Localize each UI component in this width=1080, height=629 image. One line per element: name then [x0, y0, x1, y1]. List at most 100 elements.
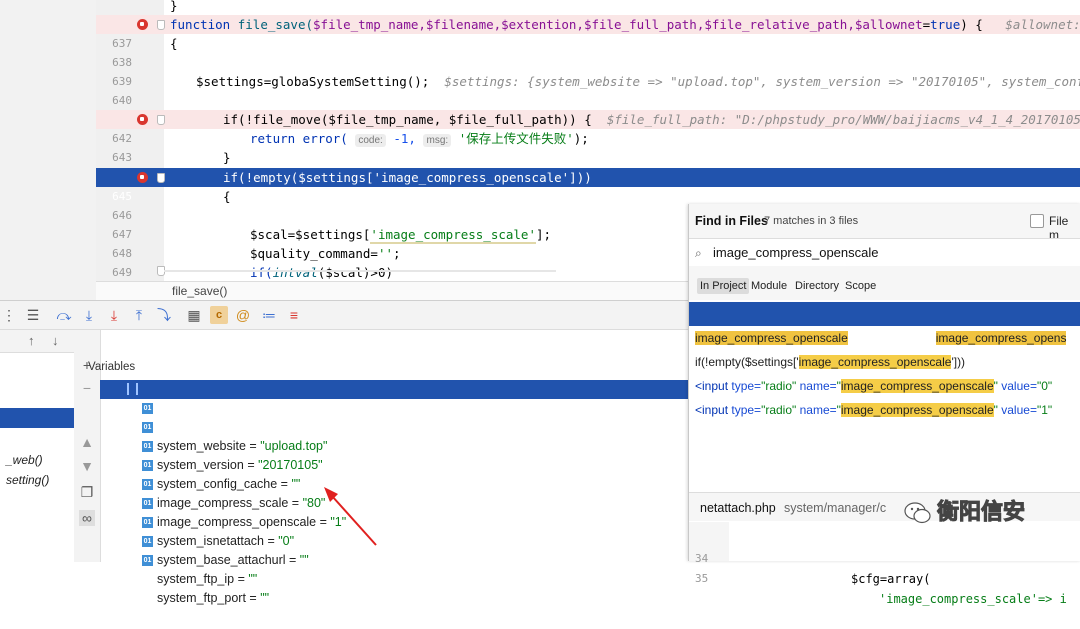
code-line-breakpoint[interactable]: 637 function file_save($file_tmp_name,$f…: [96, 15, 1080, 50]
variables-tree[interactable]: ▼ $settings = {array} [21] 01 system_web…: [100, 380, 688, 605]
fold-marker-icon[interactable]: [157, 20, 165, 30]
frames-header: ↑ ↓: [0, 330, 74, 353]
breadcrumb-item[interactable]: file_save(): [172, 282, 227, 300]
variable-row[interactable]: 01 system_ftp_ip = "": [100, 532, 688, 586]
current-execution-line[interactable]: 645 if(!empty($settings['image_compress_…: [96, 168, 1080, 203]
variable-row[interactable]: 01 system_base_attachurl = "": [100, 513, 688, 567]
code-value: -1,: [393, 131, 416, 146]
variable-eq: =: [245, 591, 261, 605]
preview-file-path: system/manager/c: [784, 501, 887, 515]
move-down-icon[interactable]: ▼: [79, 458, 95, 474]
file-mask-checkbox[interactable]: [1030, 214, 1044, 228]
frames-toggle-icon[interactable]: ⋮: [0, 306, 18, 324]
code-line[interactable]: 641: [96, 91, 1080, 126]
fold-marker-icon[interactable]: [157, 115, 165, 125]
paren: ;: [393, 246, 401, 261]
field-icon: 01: [142, 479, 153, 490]
line-number: 35: [695, 572, 709, 585]
find-header: Find in Files 7 matches in 3 files File …: [689, 204, 1080, 242]
params: $file_tmp_name,$filename,$extention,$fil…: [313, 17, 923, 32]
search-result[interactable]: if(!empty($settings['image_compress_open…: [689, 326, 1080, 369]
step-over-icon[interactable]: ⤼: [55, 306, 73, 324]
variable-row[interactable]: 01 image_compress_scale = "80": [100, 456, 688, 510]
variable-row[interactable]: 01 image_compress_openscale = "1": [100, 475, 688, 529]
code-text: }: [170, 0, 178, 13]
menu-icon[interactable]: ☰: [24, 306, 42, 324]
variable-row[interactable]: 01 system_isnetattach = "0": [100, 494, 688, 548]
match-highlight: image_compress_openscale: [840, 403, 994, 417]
php-console-icon[interactable]: c: [210, 306, 228, 324]
evaluate-expression-icon[interactable]: ▦: [185, 306, 203, 324]
code-line[interactable]: 640 $settings=globaSystemSetting(); $set…: [96, 72, 1080, 107]
tab-directory[interactable]: Directory: [795, 280, 839, 292]
variable-row[interactable]: 01 system_website = "upload.top": [100, 399, 688, 453]
breakpoint-icon[interactable]: [137, 19, 148, 30]
code-text: function file_save($file_tmp_name,$filen…: [170, 15, 1080, 34]
preview-line: 35 'image_compress_scale'=> i: [689, 549, 1080, 629]
paren: );: [573, 131, 589, 146]
return-statement: return error(: [250, 131, 348, 146]
frame-selected[interactable]: [0, 408, 74, 428]
copy-icon[interactable]: ❐: [79, 484, 95, 500]
frame-item[interactable]: _web(): [6, 453, 43, 467]
remove-icon[interactable]: −: [79, 380, 95, 396]
code-line[interactable]: 644 }: [96, 148, 1080, 183]
code-line-breakpoint[interactable]: 642 if(!file_move($file_tmp_name, $file_…: [96, 110, 1080, 145]
tab-scope[interactable]: Scope: [845, 280, 876, 292]
arrow-up-icon[interactable]: ↑: [28, 333, 35, 348]
result-text: <input type="radio" name="image_compress…: [695, 398, 1052, 422]
statement: if(!file_move($file_tmp_name, $file_full…: [223, 112, 592, 127]
settings-variable-row[interactable]: ▼ $settings = {array} [21]: [100, 380, 688, 453]
statement: $quality_command=: [250, 246, 378, 261]
code-text: if(intval($scal)>0): [250, 263, 393, 282]
watermark-text: 衡阳信安: [936, 500, 1026, 526]
variables-title: Variables: [88, 361, 136, 373]
true-literal: true: [930, 17, 961, 32]
search-icon[interactable]: ⌕: [695, 246, 702, 261]
search-field[interactable]: ⌕ image_compress_openscale: [689, 238, 1080, 268]
html-attr: value=: [997, 403, 1037, 417]
list-icon[interactable]: ≔: [260, 306, 278, 324]
variable-row[interactable]: 01 system_config_cache = "": [100, 437, 688, 491]
match-count: 7 matches in 3 files: [764, 215, 859, 227]
param-hint: code:: [355, 134, 386, 147]
search-query[interactable]: image_compress_openscale: [713, 245, 878, 260]
variable-row[interactable]: 01 system_version = "20170105": [100, 418, 688, 472]
arrow-down-icon[interactable]: ↓: [52, 333, 59, 348]
breakpoint-icon[interactable]: [137, 114, 148, 125]
paren: ) {: [960, 17, 983, 32]
move-up-icon[interactable]: ▲: [79, 434, 95, 450]
breakpoint-icon[interactable]: [137, 172, 148, 183]
tab-module[interactable]: Module: [751, 280, 787, 292]
tab-in-project[interactable]: In Project: [697, 278, 750, 294]
force-step-into-icon[interactable]: ⤓: [105, 306, 123, 324]
fold-marker-icon[interactable]: [157, 173, 165, 183]
search-result[interactable]: <input type="radio" name="image_compress…: [689, 374, 1080, 417]
string-literal: '保存上传文件失败': [458, 131, 574, 146]
frame-item[interactable]: setting(): [6, 473, 49, 487]
code-line[interactable]: 636 }: [96, 0, 1080, 31]
debug-toolbar: ⋮ ☰ ⤼ ⤓ ⤓ ⤒ ⤵ ▦ c @ ≔ ≡: [0, 301, 688, 330]
line-divider: [164, 270, 556, 272]
step-out-icon[interactable]: ⤒: [130, 306, 148, 324]
code-line[interactable]: 639: [96, 53, 1080, 88]
field-icon: 01: [142, 403, 153, 414]
code-text: {: [223, 189, 231, 204]
code-line[interactable]: 638 {: [96, 34, 1080, 69]
glasses-icon[interactable]: ∞: [79, 510, 95, 526]
search-result[interactable]: image_compress_openscale'=> intval($_GP[…: [689, 302, 1080, 345]
search-result[interactable]: <input type="radio" name="image_compress…: [689, 350, 1080, 393]
add-watch-icon[interactable]: ≡: [285, 306, 303, 324]
watermark: 衡阳信安: [903, 498, 1073, 528]
variable-label: system_ftp_port = "": [157, 589, 269, 608]
watch-icon[interactable]: @: [234, 306, 252, 324]
code-line[interactable]: 643 return error( code: -1, msg: '保存上传文件…: [96, 129, 1080, 164]
code-text: {: [170, 36, 178, 51]
run-to-cursor-icon[interactable]: ⤵: [155, 306, 173, 324]
inline-debug-value: $file_full_path: "D:/phpstudy_pro/WWW/ba…: [606, 112, 1080, 127]
step-into-icon[interactable]: ⤓: [80, 306, 98, 324]
html-tag: <input: [695, 403, 729, 417]
field-icon: 01: [142, 536, 153, 547]
string-literal: '': [377, 246, 393, 261]
html-attr: name=: [796, 403, 837, 417]
